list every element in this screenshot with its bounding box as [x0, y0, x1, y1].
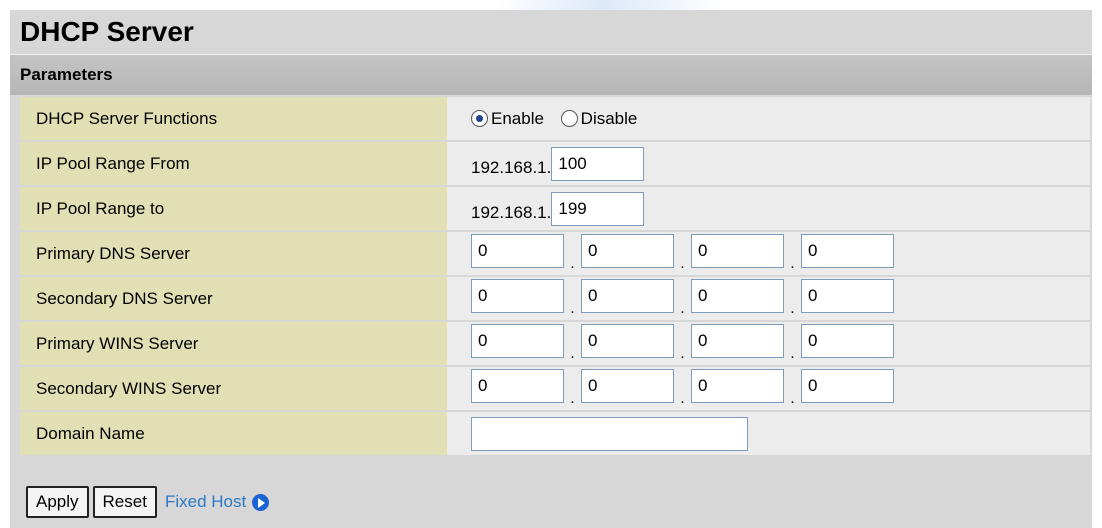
ip-dot: . — [790, 389, 795, 407]
section-title: Parameters — [10, 55, 1092, 95]
secondary-wins-octet-1[interactable] — [471, 369, 564, 404]
primary-wins-octet-1[interactable] — [471, 324, 564, 359]
enable-option[interactable]: Enable — [471, 109, 544, 129]
fixed-host-link[interactable]: Fixed Host — [165, 492, 246, 511]
secondary-wins-octet-2[interactable] — [581, 369, 674, 404]
secondary-dns-label: Secondary DNS Server — [20, 277, 447, 320]
dhcp-server-panel: DHCP Server Parameters DHCP Server Funct… — [10, 10, 1092, 528]
row-secondary-wins: Secondary WINS Server ... — [20, 367, 1090, 410]
domain-name-label: Domain Name — [20, 412, 447, 455]
secondary-dns-octet-2[interactable] — [581, 279, 674, 314]
primary-wins-octet-4[interactable] — [801, 324, 894, 359]
secondary-dns-octet-1[interactable] — [471, 279, 564, 314]
dhcp-functions-label: DHCP Server Functions — [20, 97, 447, 140]
ip-pool-from-label: IP Pool Range From — [20, 142, 447, 185]
secondary-dns-octet-3[interactable] — [691, 279, 784, 314]
ip-dot: . — [680, 389, 685, 407]
disable-radio[interactable] — [560, 109, 578, 127]
row-primary-wins: Primary WINS Server ... — [20, 322, 1090, 365]
disable-label: Disable — [580, 108, 638, 128]
secondary-wins-label: Secondary WINS Server — [20, 367, 447, 410]
domain-name-input[interactable] — [471, 416, 748, 451]
ip-dot: . — [570, 344, 575, 362]
parameters-table: DHCP Server Functions Enable Disable IP … — [20, 95, 1090, 457]
ip-pool-from-input[interactable] — [551, 146, 645, 181]
reset-button[interactable]: Reset — [92, 486, 157, 518]
ip-pool-to-label: IP Pool Range to — [20, 187, 447, 230]
ip-pool-to-input[interactable] — [551, 191, 645, 226]
ip-dot: . — [790, 254, 795, 272]
primary-dns-octet-1[interactable] — [471, 234, 564, 269]
ip-dot: . — [680, 254, 685, 272]
ip-pool-from-prefix: 192.168.1. — [471, 157, 552, 177]
secondary-wins-octet-4[interactable] — [801, 369, 894, 404]
row-ip-pool-to: IP Pool Range to 192.168.1. — [20, 187, 1090, 230]
ip-dot: . — [790, 299, 795, 317]
row-dhcp-functions: DHCP Server Functions Enable Disable — [20, 97, 1090, 140]
apply-button[interactable]: Apply — [26, 486, 89, 518]
disable-option[interactable]: Disable — [560, 108, 638, 129]
enable-radio[interactable] — [471, 109, 488, 127]
primary-wins-octet-2[interactable] — [581, 324, 674, 359]
primary-dns-octet-3[interactable] — [691, 234, 784, 269]
arrow-right-circle-icon[interactable] — [252, 493, 270, 511]
ip-dot: . — [680, 299, 685, 317]
row-domain-name: Domain Name — [20, 412, 1090, 455]
primary-dns-octet-4[interactable] — [801, 234, 894, 269]
ip-dot: . — [570, 389, 575, 407]
ip-dot: . — [790, 344, 795, 362]
primary-dns-octet-2[interactable] — [581, 234, 674, 269]
primary-wins-octet-3[interactable] — [691, 324, 784, 359]
primary-wins-label: Primary WINS Server — [20, 322, 447, 365]
page-title: DHCP Server — [10, 10, 1092, 55]
row-ip-pool-from: IP Pool Range From 192.168.1. — [20, 142, 1090, 185]
dhcp-functions-options: Enable Disable — [447, 97, 1090, 140]
primary-dns-label: Primary DNS Server — [20, 232, 447, 275]
ip-dot: . — [680, 344, 685, 362]
row-secondary-dns: Secondary DNS Server ... — [20, 277, 1090, 320]
ip-dot: . — [570, 254, 575, 272]
row-primary-dns: Primary DNS Server ... — [20, 232, 1090, 275]
secondary-dns-octet-4[interactable] — [801, 279, 894, 314]
enable-label: Enable — [491, 108, 544, 128]
ip-dot: . — [570, 299, 575, 317]
secondary-wins-octet-3[interactable] — [691, 369, 784, 404]
ip-pool-to-prefix: 192.168.1. — [471, 202, 552, 222]
action-bar: Apply Reset Fixed Host — [26, 486, 270, 518]
